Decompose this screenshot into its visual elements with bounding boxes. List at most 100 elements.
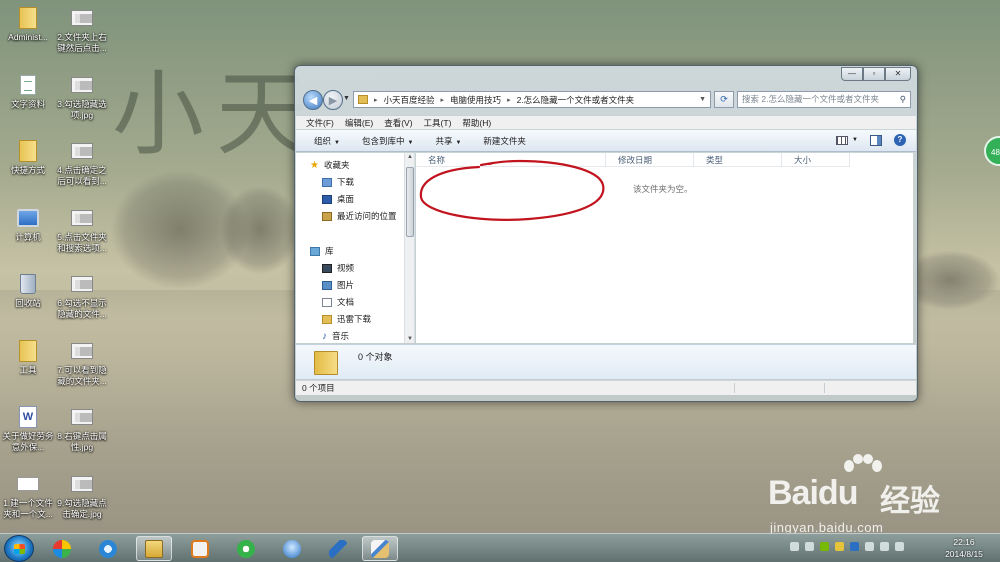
chevron-down-icon[interactable]: ▼ xyxy=(852,137,858,143)
bluetooth-icon[interactable] xyxy=(850,542,859,551)
details-pane: 0 个对象 xyxy=(296,344,916,379)
taskbar-app-ie[interactable] xyxy=(90,536,126,561)
nav-item-documents[interactable]: 文档 xyxy=(322,296,354,308)
qq-tray-icon[interactable] xyxy=(865,542,874,551)
taskbar-app-explorer[interactable] xyxy=(136,536,172,561)
breadcrumb-separator[interactable]: ▸ xyxy=(374,96,378,104)
nav-item-pictures[interactable]: 图片 xyxy=(322,279,354,291)
menu-file[interactable]: 文件(F) xyxy=(306,117,334,129)
breadcrumb-item[interactable]: 2.怎么隐藏一个文件或者文件夹 xyxy=(517,94,635,106)
nav-label: 库 xyxy=(325,246,334,256)
back-button[interactable]: ◀ xyxy=(303,90,323,110)
refresh-button[interactable]: ⟳ xyxy=(714,91,734,108)
status-bar: 0 个项目 xyxy=(296,380,916,395)
status-divider xyxy=(824,383,825,393)
nav-item-thunder[interactable]: 迅雷下载 xyxy=(322,313,371,325)
desktop-icon[interactable]: 8.右键点击属性.jpg xyxy=(54,405,110,453)
desktop-icon[interactable]: 4.点击确定之后可以看到... xyxy=(54,139,110,187)
desktop-icon[interactable]: 9.勾选隐藏点击确定.jpg xyxy=(54,472,110,520)
window-controls: — ▫ ✕ xyxy=(841,67,911,81)
chevron-down-icon[interactable]: ▼ xyxy=(699,96,706,103)
organize-button[interactable]: 组织 ▼ xyxy=(314,135,340,147)
nav-item-downloads[interactable]: 下载 xyxy=(322,176,354,188)
scroll-thumb[interactable] xyxy=(406,167,414,237)
scroll-up-icon[interactable]: ▲ xyxy=(407,154,413,160)
desktop-icon[interactable]: 7.可以看到隐藏的文件夹... xyxy=(54,339,110,387)
include-in-library-button[interactable]: 包含到库中 ▼ xyxy=(362,135,413,147)
start-button[interactable] xyxy=(4,535,34,562)
library-icon xyxy=(310,246,320,256)
desktop-icon-label: 5.点击文件夹和搜索选项... xyxy=(57,231,107,253)
recent-pages-dropdown[interactable]: ▼ xyxy=(343,95,350,102)
breadcrumb-item[interactable]: 电脑使用技巧 xyxy=(450,94,501,106)
desktop-icon[interactable]: 5.点击文件夹和搜索选项... xyxy=(54,206,110,254)
search-icon[interactable]: ⚲ xyxy=(900,92,906,107)
security-icon[interactable] xyxy=(835,542,844,551)
new-folder-button[interactable]: 新建文件夹 xyxy=(483,135,526,147)
desktop-icon[interactable]: 1.建一个文件夹和一个文... xyxy=(0,472,56,520)
desktop-icon[interactable]: 文字资料 xyxy=(0,73,56,110)
breadcrumb-separator[interactable]: ▸ xyxy=(507,96,511,104)
nav-scrollbar[interactable]: ▲ ▼ xyxy=(404,153,414,343)
nav-item-videos[interactable]: 视频 xyxy=(322,262,354,274)
nvidia-icon[interactable] xyxy=(820,542,829,551)
wifi-signal-icon[interactable] xyxy=(880,542,889,551)
menu-view[interactable]: 查看(V) xyxy=(384,117,412,129)
taskbar-app-media[interactable] xyxy=(182,536,218,561)
file-list[interactable]: 名称 修改日期 类型 大小 该文件夹为空。 xyxy=(416,153,913,343)
nav-item-desktop[interactable]: 桌面 xyxy=(322,193,354,205)
breadcrumb-separator[interactable]: ▸ xyxy=(441,96,445,104)
help-icon[interactable]: ? xyxy=(894,134,906,146)
system-clock[interactable]: 22:16 2014/8/15 xyxy=(938,536,990,560)
floating-badge[interactable]: 48 xyxy=(984,136,1000,166)
desktop-icon[interactable]: 计算机 xyxy=(0,206,56,243)
desktop-icon-label: 7.可以看到隐藏的文件夹... xyxy=(57,364,107,386)
paint-icon xyxy=(371,539,389,558)
taskbar-app-qq[interactable] xyxy=(274,536,310,561)
taskbar-app-bird[interactable] xyxy=(320,536,356,561)
desktop-icon-label: 2.文件夹上右键然后点击... xyxy=(57,32,107,53)
desktop-icon[interactable]: 3.勾选隐藏选项.jpg xyxy=(54,73,110,121)
volume-icon[interactable] xyxy=(895,542,904,551)
breadcrumb-item[interactable]: 小天百度经验 xyxy=(384,94,435,106)
desktop-icon[interactable]: W 关于做好劳务意外保... xyxy=(0,405,56,453)
view-options-icon[interactable] xyxy=(836,135,849,145)
menu-help[interactable]: 帮助(H) xyxy=(462,117,491,129)
minimize-button[interactable]: — xyxy=(841,67,863,81)
search-input[interactable]: 搜索 2.怎么隐藏一个文件或者文件夹 ⚲ xyxy=(737,91,911,108)
menu-tools[interactable]: 工具(T) xyxy=(424,117,452,129)
nav-item-music[interactable]: ♪ 音乐 xyxy=(322,330,349,342)
nav-label: 文档 xyxy=(337,297,355,307)
close-button[interactable]: ✕ xyxy=(885,67,911,81)
ie-icon xyxy=(99,539,117,558)
column-size[interactable]: 大小 xyxy=(782,153,850,166)
qq-icon xyxy=(283,539,301,558)
taskbar-app-360browser[interactable] xyxy=(228,536,264,561)
desktop-icon-label: 工具 xyxy=(19,364,37,375)
clock-time: 22:16 xyxy=(953,537,975,547)
nav-favorites[interactable]: ★ 收藏夹 xyxy=(310,159,349,171)
share-button[interactable]: 共享 ▼ xyxy=(435,135,461,147)
address-bar[interactable]: ▸ 小天百度经验 ▸ 电脑使用技巧 ▸ 2.怎么隐藏一个文件或者文件夹 ▼ xyxy=(353,91,711,108)
nav-libraries[interactable]: 库 xyxy=(310,245,334,257)
taskbar-app-360[interactable] xyxy=(44,536,80,561)
action-center-icon[interactable] xyxy=(790,542,799,551)
image-icon xyxy=(71,339,93,363)
scroll-down-icon[interactable]: ▼ xyxy=(407,336,413,342)
desktop-icon[interactable]: 6.勾选不显示隐藏的文件... xyxy=(54,272,110,320)
desktop-icon[interactable]: 工具 xyxy=(0,339,56,376)
forward-button[interactable]: ▶ xyxy=(323,90,343,110)
maximize-button[interactable]: ▫ xyxy=(863,67,885,81)
baidu-jingyan-watermark: Bai​du 经验 jingyan.baidu.com xyxy=(768,454,958,535)
column-type[interactable]: 类型 xyxy=(694,153,782,166)
nav-item-recent[interactable]: 最近访问的位置 xyxy=(322,210,397,222)
column-date-modified[interactable]: 修改日期 xyxy=(606,153,694,166)
preview-pane-icon[interactable] xyxy=(870,134,882,146)
desktop-icon[interactable]: 2.文件夹上右键然后点击... xyxy=(54,6,110,54)
desktop-icon[interactable]: 快捷方式 xyxy=(0,139,56,176)
network-icon[interactable] xyxy=(805,542,814,551)
taskbar-app-paint[interactable] xyxy=(362,536,398,561)
desktop-icon[interactable]: Administ... xyxy=(0,6,56,43)
desktop-icon[interactable]: 回收站 xyxy=(0,272,56,309)
menu-edit[interactable]: 编辑(E) xyxy=(345,117,373,129)
